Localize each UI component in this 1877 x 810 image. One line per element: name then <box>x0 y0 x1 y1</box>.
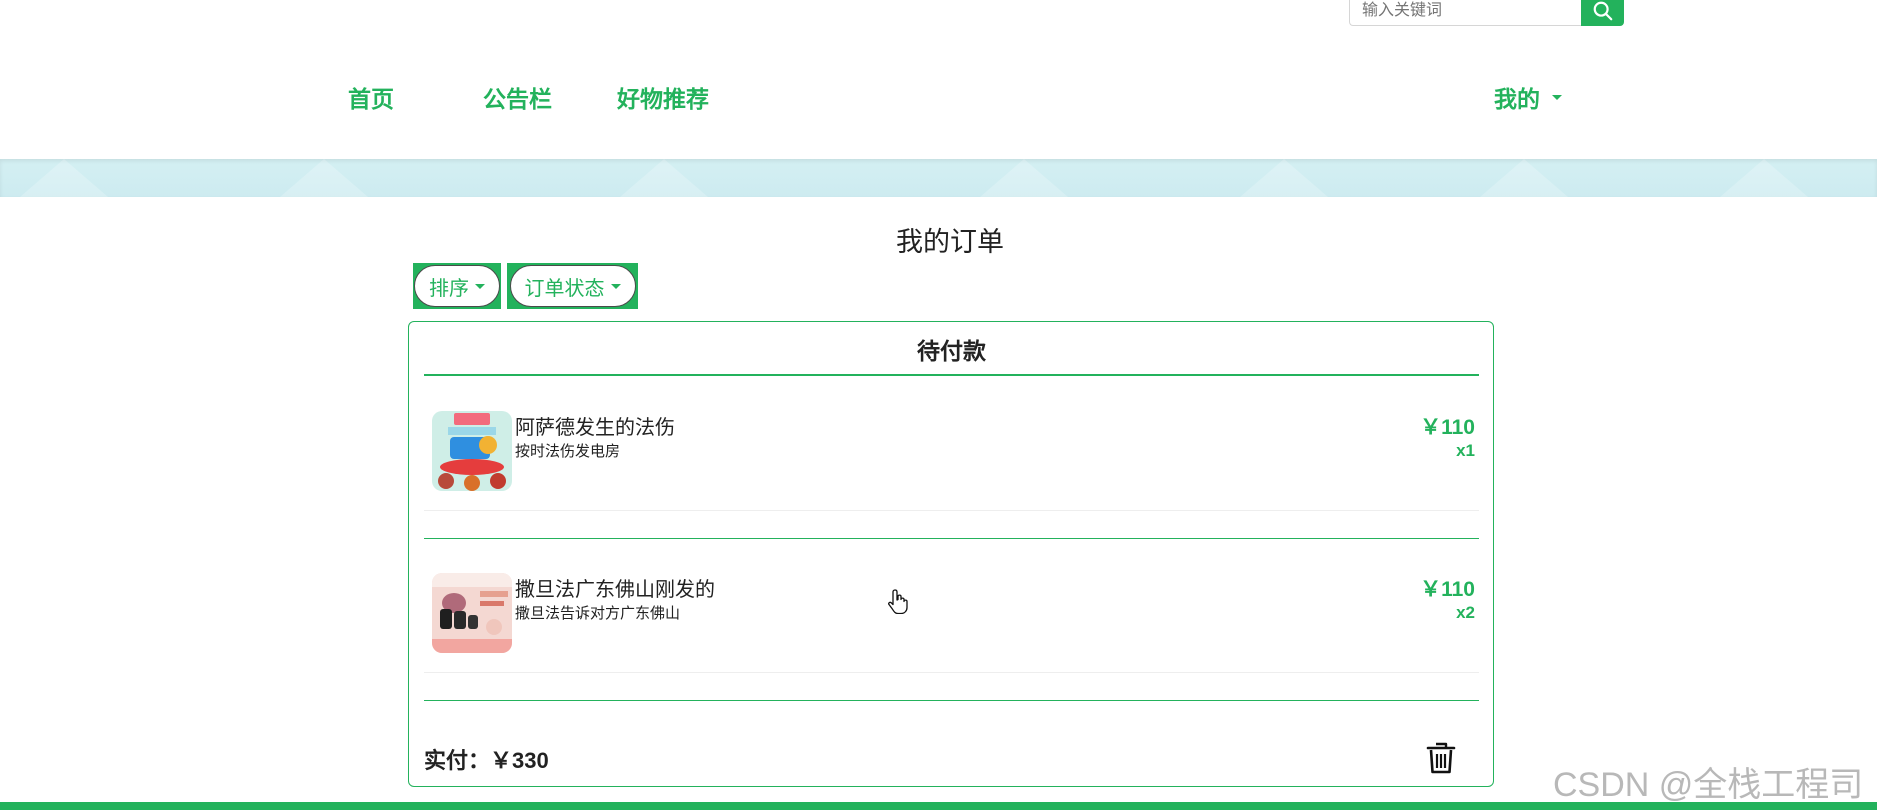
nav-item-mine[interactable]: 我的 <box>1494 80 1562 114</box>
item-divider <box>424 672 1479 673</box>
total-label: 实付： <box>424 748 491 773</box>
order-item[interactable]: 阿萨德发生的法伤 按时法伤发电房 ￥110 x1 <box>424 385 1479 539</box>
page-title: 我的订单 <box>896 227 1004 257</box>
order-status: 待付款 <box>424 334 1479 376</box>
order-item[interactable]: 撒旦法广东佛山刚发的 撒旦法告诉对方广东佛山 ￥110 x2 <box>424 547 1479 701</box>
search-input[interactable] <box>1349 0 1581 26</box>
chevron-down-icon <box>475 283 485 289</box>
search-button[interactable] <box>1581 0 1624 26</box>
product-name: 撒旦法广东佛山刚发的 <box>515 579 715 601</box>
status-label: 订单状态 <box>524 277 605 300</box>
chevron-down-icon <box>1552 94 1562 100</box>
product-image <box>432 573 512 653</box>
sort-label: 排序 <box>429 277 469 300</box>
order-card: 待付款 阿萨德发生的法伤 按时法伤发电房 ￥110 x1 撒旦法广东佛山刚发的 … <box>408 321 1494 787</box>
status-dropdown[interactable]: 订单状态 <box>509 265 636 307</box>
item-divider <box>424 510 1479 511</box>
product-desc: 撒旦法告诉对方广东佛山 <box>515 605 681 622</box>
trash-icon <box>1426 742 1456 774</box>
search-bar <box>1349 0 1624 26</box>
product-desc: 按时法伤发电房 <box>515 443 621 460</box>
product-image <box>432 411 512 491</box>
product-name: 阿萨德发生的法伤 <box>515 417 675 439</box>
order-total: 实付：￥330 <box>424 743 549 775</box>
nav-mine-label: 我的 <box>1494 86 1540 112</box>
item-separator <box>424 538 1479 539</box>
search-icon <box>1593 1 1612 21</box>
banner-strip <box>0 159 1877 197</box>
delete-order-button[interactable] <box>1426 741 1456 775</box>
product-qty: x2 <box>1456 603 1475 622</box>
nav-item-recommend[interactable]: 好物推荐 <box>617 80 709 114</box>
footer-bar <box>0 802 1877 810</box>
nav-item-notice[interactable]: 公告栏 <box>483 80 552 114</box>
nav-item-home[interactable]: 首页 <box>348 80 394 114</box>
chevron-down-icon <box>610 283 621 289</box>
main-nav: 首页 公告栏 好物推荐 我的 <box>0 58 1877 134</box>
sort-dropdown[interactable]: 排序 <box>414 265 500 307</box>
hand-cursor-icon <box>888 588 910 619</box>
watermark: CSDN @全栈工程司 <box>1553 766 1864 804</box>
total-value: ￥330 <box>490 748 549 773</box>
product-price: ￥110 <box>1420 578 1475 601</box>
item-separator <box>424 700 1479 701</box>
sort-filter: 排序 <box>413 263 501 309</box>
status-filter: 订单状态 <box>507 263 638 309</box>
product-price: ￥110 <box>1420 416 1475 439</box>
product-qty: x1 <box>1456 441 1475 460</box>
